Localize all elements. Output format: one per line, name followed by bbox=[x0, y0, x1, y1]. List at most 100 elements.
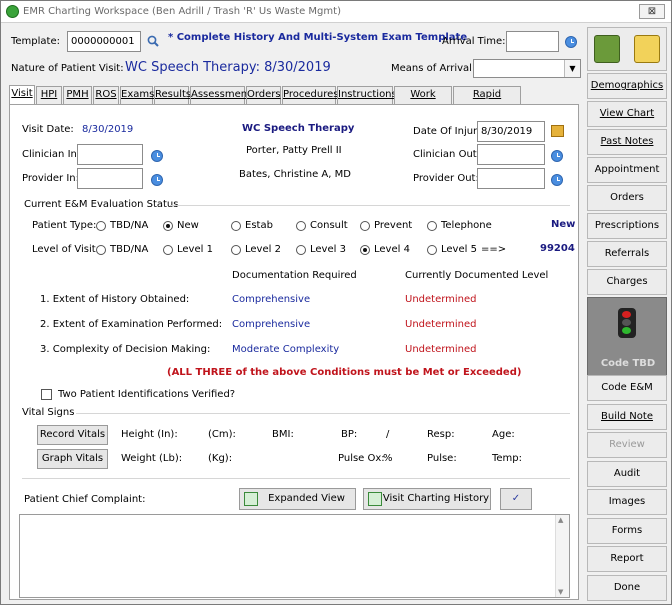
chief-complaint-textarea[interactable]: ▲ ▼ bbox=[19, 514, 570, 598]
em-row-label: 2. Extent of Examination Performed: bbox=[40, 319, 223, 330]
tab-visit[interactable]: Visit bbox=[9, 85, 35, 105]
clock-icon[interactable] bbox=[151, 150, 163, 162]
sidebar-demographics-button[interactable]: Demographics bbox=[587, 73, 667, 99]
sidebar-images-button[interactable]: Images bbox=[587, 489, 667, 515]
tab-exams[interactable]: Exams bbox=[120, 86, 154, 104]
level-radio-level-1[interactable] bbox=[163, 245, 173, 255]
em-row-label: 1. Extent of History Obtained: bbox=[40, 294, 190, 305]
code-tbd-label: Code TBD bbox=[600, 358, 656, 369]
date-of-injury-input[interactable]: 8/30/2019 bbox=[477, 121, 545, 142]
em-row-current: Undetermined bbox=[405, 319, 477, 330]
sidebar-appointment-button[interactable]: Appointment bbox=[587, 157, 667, 183]
scroll-down-icon[interactable]: ▼ bbox=[558, 588, 563, 596]
provider-in-label: Provider In: bbox=[22, 173, 80, 184]
em-row-required: Comprehensive bbox=[232, 319, 311, 330]
sidebar-button-label: Report bbox=[610, 553, 644, 564]
patient-type-option-label: Estab bbox=[245, 220, 273, 231]
tab-orders[interactable]: Orders bbox=[246, 86, 281, 104]
sidebar-charges-button[interactable]: Charges bbox=[587, 269, 667, 295]
sidebar-code-e-m-button[interactable]: Code E&M bbox=[587, 375, 667, 401]
search-icon[interactable] bbox=[147, 35, 159, 47]
clock-icon[interactable] bbox=[565, 36, 577, 48]
provider-out-input[interactable] bbox=[477, 168, 545, 189]
emr-window: EMR Charting Workspace (Ben Adrill / Tra… bbox=[0, 0, 672, 605]
weight-lb-label: Weight (Lb): bbox=[121, 453, 183, 464]
clinician-in-input[interactable] bbox=[77, 144, 143, 165]
level-option-label: Level 4 bbox=[374, 244, 410, 255]
sidebar-report-button[interactable]: Report bbox=[587, 546, 667, 572]
sidebar-button-label: Done bbox=[613, 581, 641, 593]
spellcheck-icon[interactable]: ✓ bbox=[500, 488, 532, 510]
sidebar-button-label: Forms bbox=[611, 524, 643, 536]
tab-pmh[interactable]: PMH bbox=[63, 86, 92, 104]
graph-vitals-button[interactable]: Graph Vitals bbox=[37, 449, 108, 469]
sidebar-view-chart-button[interactable]: View Chart bbox=[587, 101, 667, 127]
level-option-label: Level 5 bbox=[441, 244, 477, 255]
arrival-time-input[interactable] bbox=[506, 31, 559, 52]
expanded-view-label: Expanded View bbox=[268, 493, 345, 504]
means-select[interactable]: ▼ bbox=[473, 59, 581, 78]
sidebar-past-notes-button[interactable]: Past Notes bbox=[587, 129, 667, 155]
patient-type-option-label: Consult bbox=[310, 220, 348, 231]
patient-type-radio-tbd-na[interactable] bbox=[96, 221, 106, 231]
scrollbar[interactable]: ▲ ▼ bbox=[555, 515, 569, 597]
two-ids-checkbox[interactable] bbox=[41, 389, 52, 400]
level-radio-level-3[interactable] bbox=[296, 245, 306, 255]
clock-icon[interactable] bbox=[551, 150, 563, 162]
temp-label: Temp: bbox=[492, 453, 523, 464]
divider bbox=[22, 478, 570, 479]
tab-procedures[interactable]: Procedures bbox=[282, 86, 338, 104]
notes-icon[interactable] bbox=[594, 35, 620, 63]
sidebar-forms-button[interactable]: Forms bbox=[587, 517, 667, 544]
sign-off-icon[interactable] bbox=[634, 35, 660, 63]
clinician-out-input[interactable] bbox=[477, 144, 545, 165]
patient-type-radio-prevent[interactable] bbox=[360, 221, 370, 231]
scroll-up-icon[interactable]: ▲ bbox=[558, 516, 563, 524]
clock-icon[interactable] bbox=[551, 174, 563, 186]
level-code: 99204 bbox=[540, 243, 575, 254]
em-row-required: Comprehensive bbox=[232, 294, 311, 305]
patient-type-radio-telephone[interactable] bbox=[427, 221, 437, 231]
tab-assessment[interactable]: Assessment bbox=[190, 86, 251, 104]
tab-ros[interactable]: ROS bbox=[93, 86, 119, 104]
patient-type-result: New bbox=[551, 219, 576, 230]
calendar-icon[interactable] bbox=[551, 125, 564, 137]
tab-rapid-charting[interactable]: Rapid Charting bbox=[453, 86, 521, 116]
visit-charting-history-button[interactable]: Visit Charting History bbox=[363, 488, 491, 510]
level-radio-level-4[interactable] bbox=[360, 245, 370, 255]
doc-required-header: Documentation Required bbox=[232, 270, 357, 281]
template-input[interactable]: 0000000001 bbox=[67, 31, 141, 52]
level-radio-tbd-na[interactable] bbox=[96, 245, 106, 255]
traffic-light-icon bbox=[618, 308, 636, 338]
sidebar-review-button[interactable]: Review bbox=[587, 432, 667, 458]
sidebar-orders-button[interactable]: Orders bbox=[587, 185, 667, 211]
sidebar-referrals-button[interactable]: Referrals bbox=[587, 241, 667, 267]
sidebar-button-label: Build Note bbox=[601, 410, 653, 422]
sidebar-button-label: Past Notes bbox=[600, 136, 654, 147]
patient-type-radio-new[interactable] bbox=[163, 221, 173, 231]
visit-date-value: 8/30/2019 bbox=[82, 124, 134, 135]
sidebar-button-label: Referrals bbox=[604, 248, 650, 259]
close-button[interactable]: ⊠ bbox=[639, 4, 665, 19]
sidebar-audit-button[interactable]: Audit bbox=[587, 460, 667, 487]
expanded-view-button[interactable]: Expanded View bbox=[239, 488, 356, 510]
patient-type-radio-estab[interactable] bbox=[231, 221, 241, 231]
record-vitals-button[interactable]: Record Vitals bbox=[37, 425, 108, 445]
tab-hpi[interactable]: HPI bbox=[36, 86, 62, 104]
tab-instructions[interactable]: Instructions bbox=[337, 86, 397, 104]
tab-results[interactable]: Results bbox=[154, 86, 191, 104]
patient-type-radio-consult[interactable] bbox=[296, 221, 306, 231]
window-title: EMR Charting Workspace (Ben Adrill / Tra… bbox=[23, 6, 341, 17]
level-radio-level-5[interactable] bbox=[427, 245, 437, 255]
visit-type: WC Speech Therapy bbox=[242, 123, 355, 134]
bp-label: BP: bbox=[341, 429, 358, 440]
clock-icon[interactable] bbox=[151, 174, 163, 186]
sidebar-prescriptions-button[interactable]: Prescriptions bbox=[587, 213, 667, 239]
provider-in-input[interactable] bbox=[77, 168, 143, 189]
chevron-down-icon[interactable]: ▼ bbox=[564, 60, 580, 77]
level-radio-level-2[interactable] bbox=[231, 245, 241, 255]
sidebar-done-button[interactable]: Done bbox=[587, 574, 667, 601]
em-row-current: Undetermined bbox=[405, 294, 477, 305]
sidebar-build-note-button[interactable]: Build Note bbox=[587, 403, 667, 430]
tab-work-status[interactable]: Work Status bbox=[394, 86, 452, 116]
